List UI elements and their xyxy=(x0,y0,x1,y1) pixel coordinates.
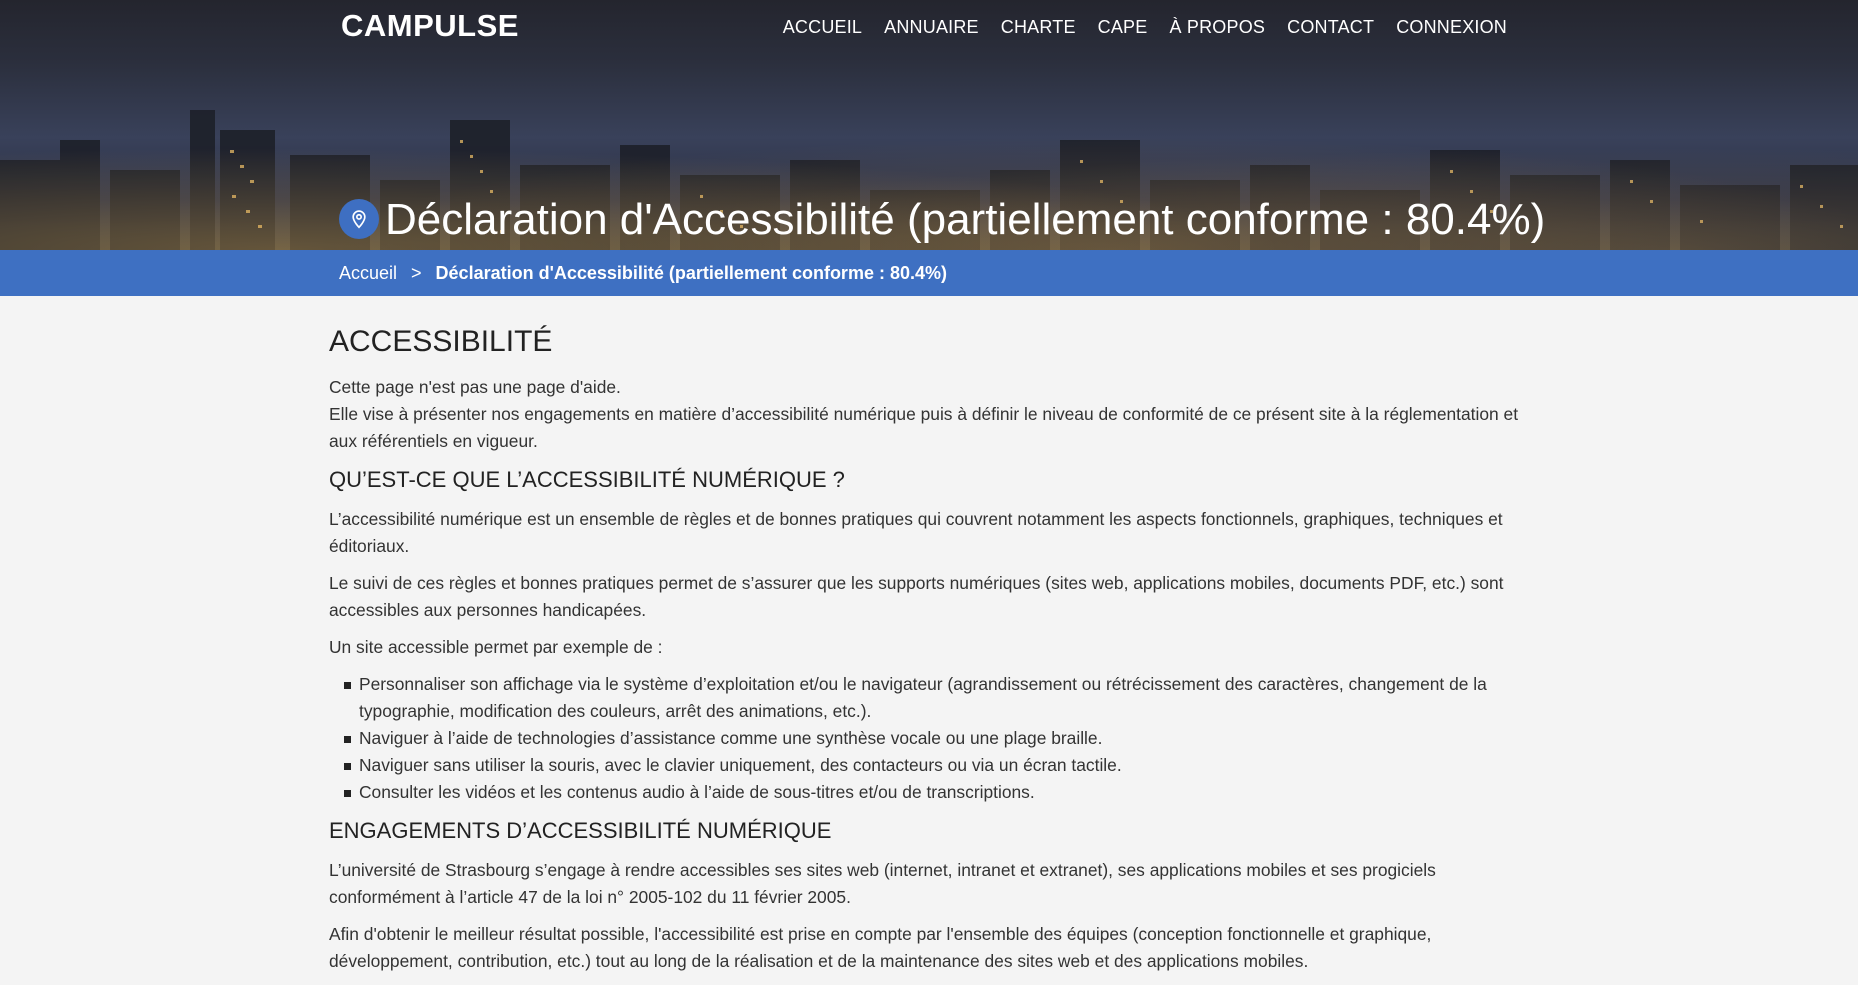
main-menu: ACCUEIL ANNUAIRE CHARTE CAPE À PROPOS CO… xyxy=(783,17,1507,38)
intro-text-1: Cette page n'est pas une page d'aide. xyxy=(329,377,621,397)
breadcrumb-home[interactable]: Accueil xyxy=(339,263,397,284)
paragraph-definition: L’accessibilité numérique est un ensembl… xyxy=(329,509,1503,556)
paragraph-exemple: Un site accessible permet par exemple de… xyxy=(329,637,663,657)
nav-cape[interactable]: CAPE xyxy=(1098,17,1148,38)
section-heading-quest-ce: QU’EST-CE QUE L’ACCESSIBILITÉ NUMÉRIQUE … xyxy=(329,467,845,492)
top-navigation: CAMPULSE ACCUEIL ANNUAIRE CHARTE CAPE À … xyxy=(0,0,1858,60)
main-content: ACCESSIBILITÉ Cette page n'est pas une p… xyxy=(329,296,1529,985)
page-title: Déclaration d'Accessibilité (partielleme… xyxy=(385,195,1546,244)
paragraph-engagement: L’université de Strasbourg s’engage à re… xyxy=(329,860,1436,907)
breadcrumb-separator: > xyxy=(411,262,422,283)
nav-connexion[interactable]: CONNEXION xyxy=(1396,17,1507,38)
nav-contact[interactable]: CONTACT xyxy=(1287,17,1374,38)
page-title-row: Déclaration d'Accessibilité (partielleme… xyxy=(339,192,1545,246)
breadcrumb-current: Déclaration d'Accessibilité (partielleme… xyxy=(435,262,947,283)
nav-accueil[interactable]: ACCUEIL xyxy=(783,17,862,38)
paragraph-regles: Le suivi de ces règles et bonnes pratiqu… xyxy=(329,573,1504,620)
list-item: Consulter les vidéos et les contenus aud… xyxy=(329,779,1529,806)
list-item: Personnaliser son affichage via le systè… xyxy=(329,671,1529,725)
section-heading-engagements: ENGAGEMENTS D’ACCESSIBILITÉ NUMÉRIQUE xyxy=(329,818,832,843)
nav-charte[interactable]: CHARTE xyxy=(1001,17,1076,38)
breadcrumb: Accueil > Déclaration d'Accessibilité (p… xyxy=(0,250,1858,296)
site-logo[interactable]: CAMPULSE xyxy=(341,8,519,44)
nav-a-propos[interactable]: À PROPOS xyxy=(1169,17,1265,38)
examples-list: Personnaliser son affichage via le systè… xyxy=(329,671,1529,806)
intro-text-2: Elle vise à présenter nos engagements en… xyxy=(329,404,1519,451)
location-pin-icon xyxy=(339,199,379,239)
list-item: Naviguer à l’aide de technologies d’assi… xyxy=(329,725,1529,752)
hero-banner: CAMPULSE ACCUEIL ANNUAIRE CHARTE CAPE À … xyxy=(0,0,1858,250)
nav-annuaire[interactable]: ANNUAIRE xyxy=(884,17,979,38)
paragraph-resultat: Afin d'obtenir le meilleur résultat poss… xyxy=(329,924,1432,971)
list-item: Naviguer sans utiliser la souris, avec l… xyxy=(329,752,1529,779)
section-heading-accessibilite: ACCESSIBILITÉ xyxy=(329,325,553,358)
